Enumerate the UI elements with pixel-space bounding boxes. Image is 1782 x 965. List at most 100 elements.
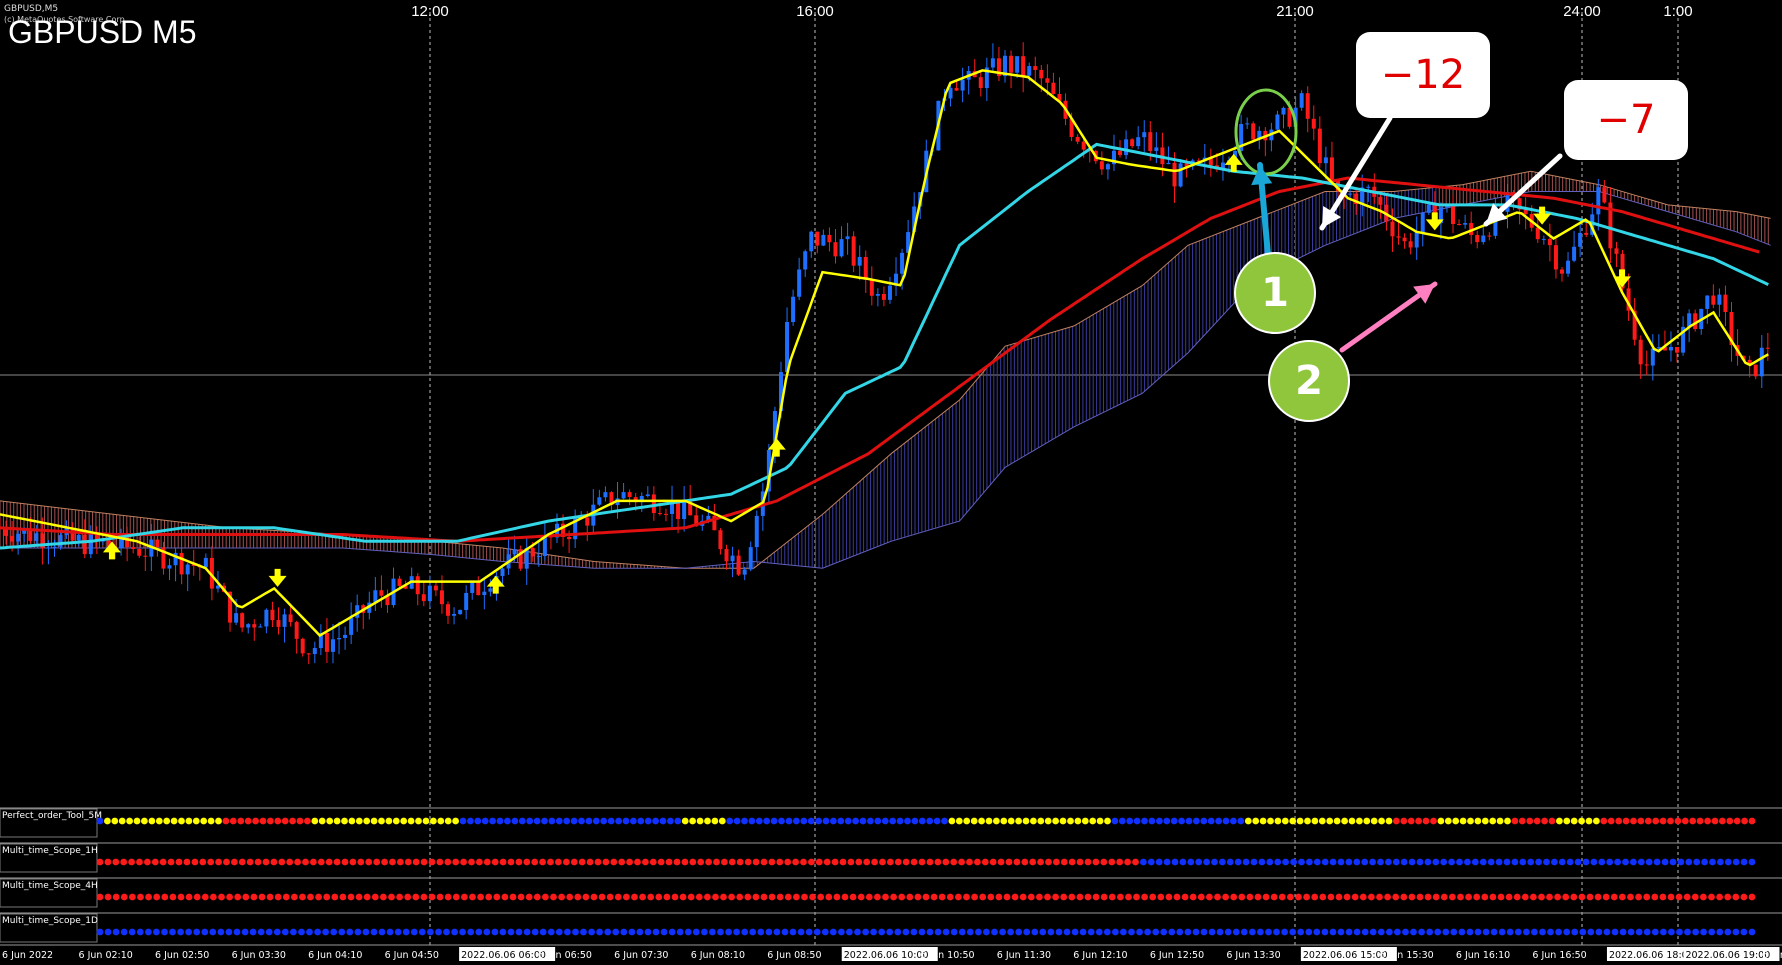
indicator-dot [1716, 893, 1723, 901]
indicator-dot [1192, 928, 1200, 936]
indicator-dot [483, 858, 491, 866]
indicator-dot [610, 858, 618, 866]
indicator-dot [999, 928, 1006, 936]
indicator-dot [420, 858, 428, 866]
indicator-dot [249, 928, 257, 936]
indicator-dot [555, 928, 563, 936]
indicator-dot [515, 858, 523, 866]
indicator-dot [720, 893, 727, 901]
candle-body [300, 638, 305, 654]
indicator-dot [800, 858, 807, 866]
indicator-dot [1415, 817, 1422, 825]
indicator-dot [618, 858, 626, 866]
indicator-dot [362, 928, 370, 936]
indicator-dot [894, 858, 902, 866]
indicator-dot [955, 893, 962, 901]
indicator-dot [1044, 893, 1051, 901]
indicator-dot [225, 928, 233, 936]
indicator-dot [291, 893, 298, 901]
candle-body [330, 639, 335, 652]
indicator-dot [709, 928, 716, 936]
indicator-dot [878, 928, 886, 936]
indicator-dot [1128, 928, 1135, 936]
indicator-dot [1108, 893, 1116, 901]
candle-body [1547, 238, 1552, 246]
indicator-dot [330, 928, 338, 936]
indicator-dot [1424, 858, 1432, 866]
indicator-dot [1022, 817, 1030, 825]
indicator-dot [1144, 928, 1151, 936]
indicator-dot [1430, 817, 1437, 825]
indicator-dot [397, 858, 404, 866]
indicator-dot [233, 928, 241, 936]
indicator-dot [1400, 858, 1408, 866]
indicator-dot [1432, 858, 1440, 866]
candle-body [433, 585, 438, 591]
indicator-dot [370, 928, 378, 936]
indicator-dot [1571, 928, 1579, 936]
indicator-dot [531, 928, 539, 936]
candle-body [1426, 204, 1431, 213]
indicator-dot [839, 858, 847, 866]
indicator-dot [461, 893, 468, 901]
indicator-dot [1606, 858, 1614, 866]
indicator-dot [1005, 858, 1013, 866]
indicator-dot [1489, 893, 1497, 901]
indicator-dot [1490, 928, 1498, 936]
indicator-dot [378, 928, 386, 936]
indicator-dot [422, 817, 430, 825]
indicator-dot [1442, 928, 1450, 936]
indicator-dot [975, 928, 982, 936]
indicator-dot [354, 928, 362, 936]
indicator-dot [590, 893, 598, 901]
indicator-dot [918, 928, 926, 936]
indicator-dot [889, 817, 897, 825]
indicator-dot [326, 817, 334, 825]
indicator-label: Multi_time_Scope_4H [2, 881, 98, 891]
indicator-dot [1422, 817, 1430, 825]
indicator-dot [1740, 893, 1748, 901]
time-label-bottom: 6 Jun 15:30 [1379, 950, 1433, 961]
indicator-dot [444, 858, 452, 866]
indicator-dot [874, 893, 881, 901]
indicator-dot [1165, 893, 1173, 901]
indicator-dot [459, 928, 466, 936]
indicator-dot [415, 817, 422, 825]
indicator-dot [515, 928, 523, 936]
candle-body [1021, 56, 1026, 76]
indicator-dot [1079, 928, 1087, 936]
indicator-dot [1140, 858, 1147, 866]
indicator-dot [712, 893, 719, 901]
indicator-dot [468, 858, 475, 866]
indicator-dot [896, 817, 904, 825]
candle-body [1245, 123, 1250, 125]
indicator-dot [966, 928, 974, 936]
indicator-dot [1240, 928, 1248, 936]
indicator-dot [1363, 817, 1371, 825]
indicator-dot [1548, 817, 1556, 825]
indicator-dot [718, 817, 726, 825]
indicator-dot [671, 893, 679, 901]
indicator-dot [636, 928, 644, 936]
indicator-dot [1096, 817, 1104, 825]
indicator-dot [1630, 858, 1637, 866]
indicator-dot [578, 817, 585, 825]
indicator-dot [507, 928, 515, 936]
candle-body [349, 617, 354, 635]
indicator-dot [363, 893, 371, 901]
indicator-dot [296, 817, 304, 825]
indicator-dot [1668, 928, 1675, 936]
indicator-dot [1076, 893, 1084, 901]
indicator-dot [555, 817, 563, 825]
indicator-dot [855, 858, 863, 866]
indicator-dot [504, 817, 511, 825]
indicator-dot [1262, 893, 1270, 901]
indicator-dot [1481, 817, 1489, 825]
indicator-dot [1100, 893, 1108, 901]
callout-minus-12: −12 [1356, 32, 1490, 118]
indicator-dot [725, 928, 732, 936]
indicator-dot [1693, 858, 1701, 866]
indicator-dot [1683, 893, 1691, 901]
indicator-dot [299, 893, 306, 901]
indicator-dot [993, 817, 1000, 825]
